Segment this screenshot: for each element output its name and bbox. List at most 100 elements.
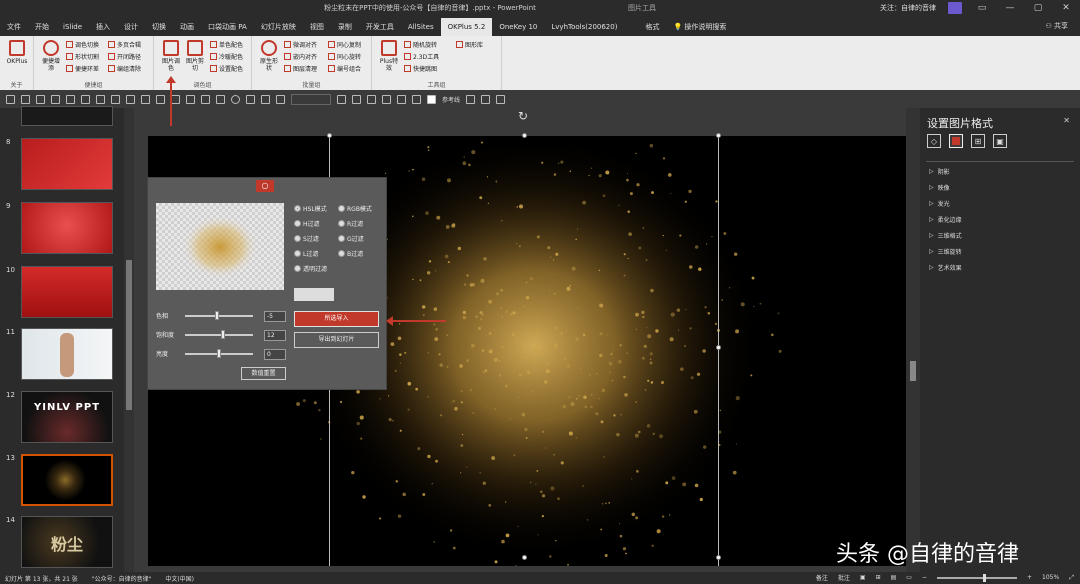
picture-tab-icon[interactable]: ▣ xyxy=(993,134,1007,148)
editor-scrollbar[interactable] xyxy=(906,108,920,572)
tab-okplus[interactable]: OKPlus 5.2 xyxy=(440,18,493,36)
filter-g[interactable]: G过滤 xyxy=(338,234,364,243)
random-rotate-button[interactable]: 随机旋转 xyxy=(404,40,439,49)
mode-hsl[interactable]: HSL模式 xyxy=(294,204,327,213)
plus-effects-button[interactable]: Plus特效 xyxy=(378,40,400,72)
merge-icon[interactable] xyxy=(352,94,361,104)
native-shape-button[interactable]: 原生形状 xyxy=(258,40,280,72)
send-backward-icon[interactable] xyxy=(216,94,225,104)
zoom-in-button[interactable]: + xyxy=(1027,574,1032,581)
inner-align-button[interactable]: 嵌内对齐 xyxy=(284,52,317,61)
fine-align-button[interactable]: 微调对齐 xyxy=(284,40,317,49)
3d-tool-button[interactable]: 2.3D工具 xyxy=(404,52,439,61)
redo-icon[interactable] xyxy=(36,94,45,104)
brightness-slider[interactable] xyxy=(185,349,253,358)
format-painter-icon[interactable] xyxy=(66,94,75,104)
numbering-button[interactable]: 编号组合 xyxy=(328,64,361,73)
ring-button[interactable]: 便捷环差 xyxy=(66,64,99,73)
tab-insert[interactable]: 插入 xyxy=(89,18,117,36)
filter-transparent[interactable]: 透明过滤 xyxy=(294,264,327,273)
normal-view-icon[interactable]: ▣ xyxy=(860,574,866,581)
guide-icon[interactable] xyxy=(427,94,436,104)
tab-home[interactable]: 开始 xyxy=(28,18,56,36)
share-button[interactable]: ⚇ 共享 xyxy=(1045,21,1068,31)
scroll-thumb[interactable] xyxy=(910,361,916,381)
slideshow-icon[interactable]: ▭ xyxy=(906,574,912,581)
reset-values-button[interactable]: 数值重置 xyxy=(241,367,286,380)
zoom-level[interactable]: 105% xyxy=(1042,574,1059,581)
link-icon[interactable] xyxy=(397,94,406,104)
slide-thumb-10[interactable] xyxy=(21,266,113,318)
font-box[interactable] xyxy=(291,93,331,105)
fill-line-tab-icon[interactable]: ◇ xyxy=(927,134,941,148)
shape-cut-button[interactable]: 形状切割 xyxy=(66,52,99,61)
size-tab-icon[interactable]: ⊞ xyxy=(971,134,985,148)
saturation-slider[interactable] xyxy=(185,330,253,339)
intersect-icon[interactable] xyxy=(382,94,391,104)
fit-slide-icon[interactable]: ⤢ xyxy=(1069,574,1074,582)
resize-handle[interactable] xyxy=(327,133,332,138)
slide-thumb-13[interactable] xyxy=(21,454,113,506)
section-shadow[interactable]: ▷ 阴影 xyxy=(929,167,950,176)
effects-tab-icon[interactable] xyxy=(949,134,963,148)
layer-clean-button[interactable]: 图层清理 xyxy=(284,64,317,73)
reading-view-icon[interactable]: ▤ xyxy=(891,574,897,581)
close-button[interactable]: ✕ xyxy=(1058,2,1074,14)
slide-thumb-9[interactable] xyxy=(21,202,113,254)
avatar[interactable] xyxy=(948,2,962,14)
saturation-value[interactable]: 12 xyxy=(264,330,286,341)
slide-thumb-7[interactable] xyxy=(21,106,113,126)
warm-cool-button[interactable]: 冷暖配色 xyxy=(210,52,243,61)
fill-icon[interactable] xyxy=(246,94,255,104)
bring-forward-icon[interactable] xyxy=(201,94,210,104)
zoom-slider[interactable] xyxy=(937,573,1017,582)
tab-islide[interactable]: iSlide xyxy=(56,18,89,36)
repeat-icon[interactable] xyxy=(51,94,60,104)
tab-allsites[interactable]: AllSites xyxy=(401,18,441,36)
tab-slideshow[interactable]: 幻灯片放映 xyxy=(254,18,303,36)
eye-icon[interactable] xyxy=(412,94,421,104)
slide-thumb-12[interactable]: YINLV PPT xyxy=(21,391,113,443)
vertical-guide[interactable] xyxy=(718,136,719,566)
tab-pocket-animation[interactable]: 口袋动画 PA xyxy=(201,18,254,36)
mode-rgb[interactable]: RGB模式 xyxy=(338,204,372,213)
image-cut-button[interactable]: 图片剪切 xyxy=(184,40,206,72)
hue-slider[interactable] xyxy=(185,311,253,320)
section-3d-format[interactable]: ▷ 三维格式 xyxy=(929,231,962,240)
scroll-thumb[interactable] xyxy=(126,260,132,410)
notes-button[interactable]: 备注 xyxy=(816,573,828,582)
okplus-button[interactable]: OKPlus xyxy=(6,40,28,65)
resize-handle[interactable] xyxy=(716,555,721,560)
resize-handle[interactable] xyxy=(716,133,721,138)
section-glow[interactable]: ▷ 发光 xyxy=(929,199,950,208)
copy-icon[interactable] xyxy=(81,94,90,104)
shape-library-button[interactable]: 图形库 xyxy=(456,40,483,49)
section-soft-edges[interactable]: ▷ 柔化边缘 xyxy=(929,215,962,224)
maximize-button[interactable]: ▢ xyxy=(1030,2,1046,14)
sorter-view-icon[interactable]: ⊞ xyxy=(876,574,881,581)
ungroup-icon[interactable] xyxy=(186,94,195,104)
pane-close-button[interactable]: ✕ xyxy=(1063,116,1070,125)
export-to-slide-button[interactable]: 导出到幻灯片 xyxy=(294,332,379,348)
language[interactable]: 中文(中国) xyxy=(165,574,194,583)
zoom-out-button[interactable]: − xyxy=(922,574,927,581)
slide-thumb-11[interactable] xyxy=(21,328,113,380)
section-reflection[interactable]: ▷ 映像 xyxy=(929,183,950,192)
resize-handle[interactable] xyxy=(716,345,721,350)
ungroup-button[interactable]: 编组清除 xyxy=(108,64,141,73)
slide-thumb-14[interactable]: 粉尘 xyxy=(21,516,113,568)
slider-thumb[interactable] xyxy=(220,330,225,339)
quick-jump-button[interactable]: 快捷跳图 xyxy=(404,64,439,73)
convenient-add-button[interactable]: 便捷增添 xyxy=(40,40,62,72)
text-color-icon[interactable] xyxy=(276,94,285,104)
outline-icon[interactable] xyxy=(261,94,270,104)
align-left-icon[interactable] xyxy=(126,94,135,104)
thumbnail-scrollbar[interactable] xyxy=(124,108,134,572)
save-icon[interactable] xyxy=(6,94,15,104)
tab-file[interactable]: 文件 xyxy=(0,18,28,36)
rotate-handle-icon[interactable]: ↻ xyxy=(518,109,528,123)
concentric-rotate-button[interactable]: 同心旋转 xyxy=(328,52,361,61)
slider-thumb[interactable] xyxy=(217,349,221,358)
tab-animations[interactable]: 动画 xyxy=(173,18,201,36)
distribute-icon[interactable] xyxy=(156,94,165,104)
